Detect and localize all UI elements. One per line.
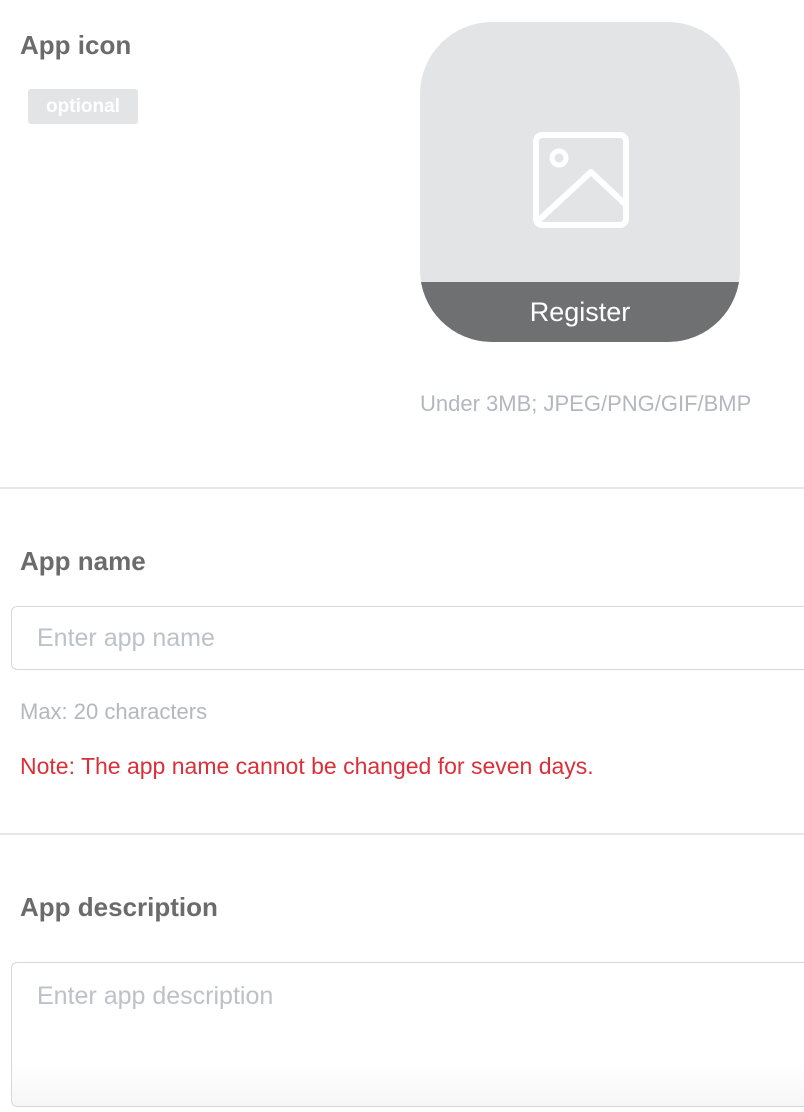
app-name-input[interactable] <box>11 606 804 670</box>
icon-size-hint: Under 3MB; JPEG/PNG/GIF/BMP <box>420 391 752 416</box>
app-name-label: App name <box>20 546 146 576</box>
app-name-warning: Note: The app name cannot be changed for… <box>20 753 594 779</box>
app-name-max-hint: Max: 20 characters <box>20 699 208 724</box>
section-divider <box>0 833 804 835</box>
register-button[interactable]: Register <box>420 282 740 342</box>
app-icon-label: App icon <box>20 30 132 60</box>
image-icon <box>533 132 629 228</box>
app-icon-upload[interactable]: Register <box>420 22 740 342</box>
app-settings-form: App icon optional Register Under 3MB; JP… <box>0 0 804 1112</box>
app-description-input[interactable] <box>11 962 804 1107</box>
section-divider <box>0 487 804 489</box>
app-description-label: App description <box>20 892 218 922</box>
optional-badge: optional <box>28 89 138 124</box>
